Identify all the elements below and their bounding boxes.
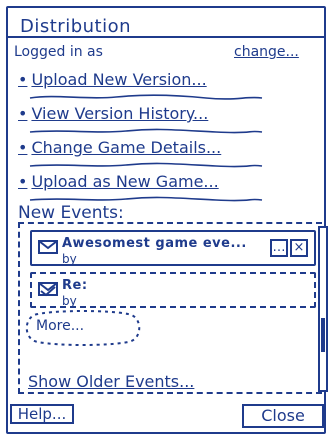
title-bar: Distribution	[6, 6, 326, 38]
mail-icon	[38, 240, 58, 254]
new-events-heading: New Events:	[18, 203, 124, 223]
logged-in-label: Logged in as	[14, 44, 103, 60]
scribble-decoration	[29, 128, 263, 134]
upload-new-version-link[interactable]: Upload New Version...	[18, 70, 206, 89]
mail-check-icon	[38, 282, 58, 297]
event-title: Awesomest game eve...	[62, 236, 247, 251]
show-older-events-link[interactable]: Show Older Events...	[28, 372, 194, 391]
close-button[interactable]: Close	[242, 404, 324, 428]
logged-in-row: Logged in as change...	[14, 44, 299, 60]
event-close-button[interactable]: ×	[290, 239, 308, 257]
event-author: by	[62, 252, 77, 266]
window-title: Distribution	[20, 16, 132, 37]
event-card[interactable]: Awesomest game eve... by … ×	[30, 230, 316, 266]
events-scrollbar[interactable]	[318, 226, 328, 392]
scribble-decoration	[29, 94, 263, 100]
upload-as-new-game-link[interactable]: Upload as New Game...	[18, 172, 218, 191]
help-button[interactable]: Help...	[10, 404, 74, 424]
more-events-button[interactable]: More...	[36, 318, 84, 334]
event-card[interactable]: Re: by	[30, 272, 316, 308]
change-user-link[interactable]: change...	[234, 44, 299, 60]
view-version-history-link[interactable]: View Version History...	[18, 104, 208, 123]
event-minimize-button[interactable]: …	[270, 239, 288, 257]
scribble-decoration	[29, 162, 263, 168]
scrollbar-thumb[interactable]	[321, 318, 325, 352]
event-title: Re:	[62, 278, 88, 293]
change-game-details-link[interactable]: Change Game Details...	[18, 138, 221, 157]
